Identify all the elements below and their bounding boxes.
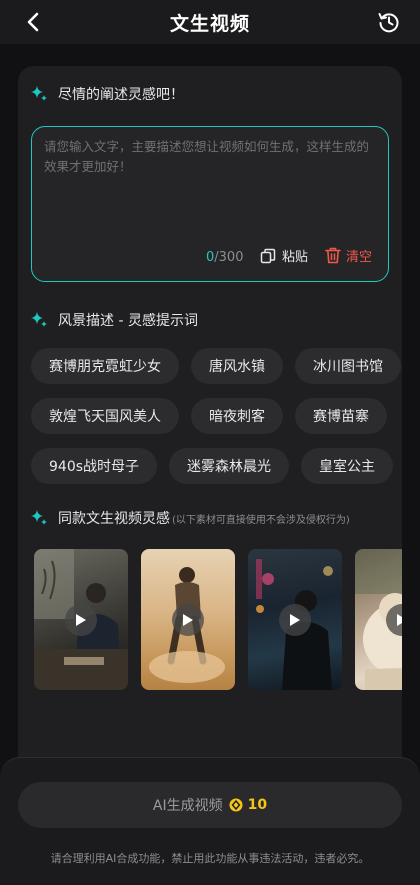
sparkle-icon [31,312,47,327]
copy-icon [260,248,276,263]
coin-icon [229,798,243,812]
paste-label: 粘贴 [282,250,309,265]
video-thumbnail[interactable] [355,549,402,690]
generate-label: AI生成视频 [152,798,223,814]
prompt-chip[interactable]: 敦煌飞天国风美人 [31,398,179,434]
play-icon [279,604,311,636]
paste-button[interactable]: 粘贴 [260,246,308,265]
inspiration-note: (以下素材可直接使用不会涉及侵权行为) [172,514,350,526]
generate-video-button[interactable]: AI生成视频 10 [18,782,402,828]
prompt-section-title: 尽情的阐述灵感吧！ [58,87,184,103]
top-bar: 文生视频 [0,0,420,44]
main-panel: 尽情的阐述灵感吧！ 0/300 粘贴 清空 风景描述 - 灵感提示词 [18,66,402,786]
char-counter: 0/300 [206,250,243,265]
inspiration-section-title: 同款文生视频灵感 [58,511,170,527]
inspiration-section-header: 同款文生视频灵感 (以下素材可直接使用不会涉及侵权行为) [30,508,350,528]
video-thumbnails [34,549,402,690]
prompt-chip[interactable]: 赛博苗寨 [295,398,387,434]
chip-row: 赛博朋克霓虹少女 唐风水镇 冰川图书馆 [31,348,402,384]
generate-cost: 10 [247,797,268,813]
chip-row: 940s战时母子 迷雾森林晨光 皇室公主 [31,448,402,484]
trash-icon [325,247,341,264]
prompt-chip[interactable]: 皇室公主 [301,448,394,484]
page-title: 文生视频 [169,13,250,35]
clear-label: 清空 [346,250,373,265]
scenery-section-title: 风景描述 - 灵感提示词 [58,313,198,329]
video-thumbnail[interactable] [248,549,342,690]
sparkle-icon [31,510,47,525]
chip-row: 敦煌飞天国风美人 暗夜刺客 赛博苗寨 [31,398,399,434]
disclaimer-text: 请合理利用AI合成功能，禁止用此功能从事违法活动，违者必究。 [50,852,370,865]
video-thumbnail[interactable] [141,549,235,690]
prompt-chip[interactable]: 迷雾森林晨光 [169,448,290,484]
prompt-input[interactable] [44,137,378,237]
clear-button[interactable]: 清空 [325,246,372,265]
play-icon [172,604,204,636]
prompt-chip[interactable]: 唐风水镇 [191,348,283,384]
prompt-chip[interactable]: 940s战时母子 [31,448,158,484]
prompt-chip[interactable]: 赛博朋克霓虹少女 [31,348,179,384]
prompt-box: 0/300 粘贴 清空 [31,126,389,282]
bottom-sheet: AI生成视频 10 请合理利用AI合成功能，禁止用此功能从事违法活动，违者必究。 [0,757,420,885]
scenery-section-header: 风景描述 - 灵感提示词 [30,310,198,330]
history-button[interactable] [376,9,402,35]
prompt-chip[interactable]: 暗夜刺客 [191,398,283,434]
prompt-chip[interactable]: 冰川图书馆 [295,348,401,384]
sparkle-icon [31,86,47,101]
prompt-section-header: 尽情的阐述灵感吧！ [30,84,184,104]
char-count-max: /300 [214,250,244,265]
play-icon [65,604,97,636]
history-icon [378,13,399,33]
video-thumbnail[interactable] [34,549,128,690]
